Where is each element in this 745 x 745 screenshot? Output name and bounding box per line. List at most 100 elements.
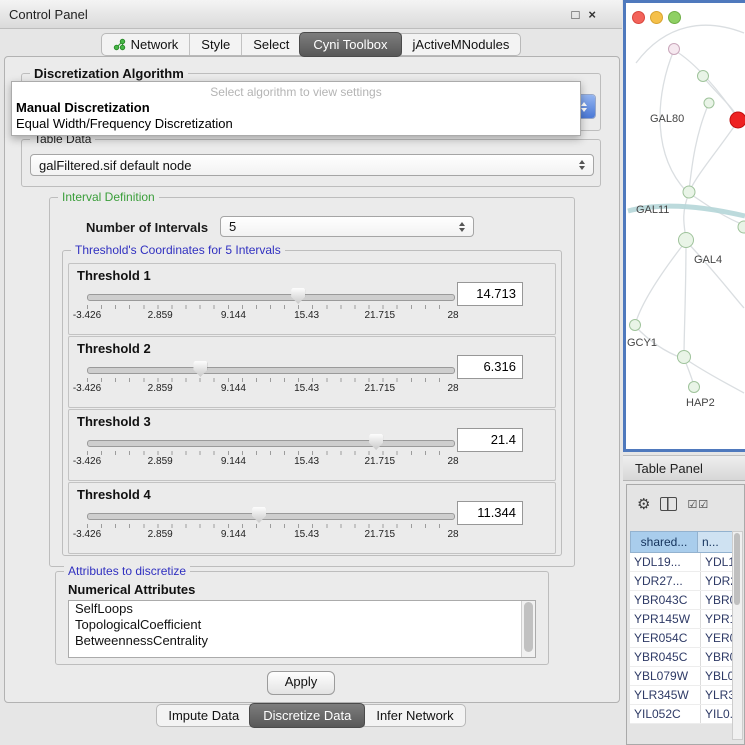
cell[interactable]: YBR045C	[630, 648, 701, 666]
threshold-value-field[interactable]: 6.316	[457, 355, 523, 379]
threshold-slider[interactable]: -3.4262.8599.14415.4321.71528	[87, 434, 453, 470]
tab-style[interactable]: Style	[189, 34, 241, 55]
threshold-slider[interactable]: -3.4262.8599.14415.4321.71528	[87, 361, 453, 397]
minimize-traffic-icon[interactable]	[650, 11, 663, 24]
threshold-value-field[interactable]: 14.713	[457, 282, 523, 306]
attributes-listbox[interactable]: SelfLoops TopologicalCoefficient Between…	[68, 600, 536, 658]
slider-track[interactable]	[87, 294, 455, 301]
table-row[interactable]: YBR045CYBR0...	[630, 648, 733, 667]
threshold-slider[interactable]: -3.4262.8599.14415.4321.71528	[87, 288, 453, 324]
cell[interactable]: YBR0...	[701, 648, 733, 666]
cell[interactable]: YBL079W	[630, 667, 701, 685]
apply-button[interactable]: Apply	[267, 671, 335, 695]
threshold-panel-3: Threshold 3 -3.4262.8599.14415.4321.7152…	[68, 409, 556, 481]
tab-label: Style	[201, 37, 230, 52]
tab-impute-data[interactable]: Impute Data	[157, 705, 250, 726]
threshold-label: Threshold 2	[77, 341, 151, 356]
slider-thumb[interactable]	[193, 361, 207, 377]
table-row[interactable]: YBR043CYBR0...	[630, 591, 733, 610]
attributes-group: Attributes to discretize Numerical Attri…	[55, 571, 549, 665]
slider-track[interactable]	[87, 440, 455, 447]
cell[interactable]: YBL0...	[701, 667, 733, 685]
network-node[interactable]	[689, 382, 700, 393]
slider-thumb[interactable]	[252, 507, 266, 523]
scrollbar-thumb[interactable]	[524, 602, 533, 652]
cell[interactable]: YIL052C	[630, 705, 701, 723]
dropdown-option-manual[interactable]: Manual Discretization	[12, 99, 580, 115]
tab-label: Network	[131, 37, 179, 52]
network-node[interactable]	[698, 71, 709, 82]
tab-discretize-data[interactable]: Discretize Data	[249, 703, 365, 728]
cell[interactable]: YLR345W	[630, 686, 701, 704]
gear-icon[interactable]: ⚙	[637, 497, 650, 512]
network-canvas[interactable]: GAL80 GAL11 GAL4 GCY1 HAP2	[626, 3, 745, 449]
column-header-shared-name[interactable]: shared...	[631, 532, 698, 552]
cell[interactable]: YIL0...	[701, 705, 733, 723]
network-node-selected[interactable]	[730, 112, 745, 128]
cell[interactable]: YBR043C	[630, 591, 701, 609]
node-label: HAP2	[686, 397, 715, 409]
tab-cyni-toolbox[interactable]: Cyni Toolbox	[299, 32, 401, 57]
network-node[interactable]	[678, 351, 691, 364]
cell[interactable]: YPR1...	[701, 610, 733, 628]
num-intervals-combobox[interactable]: 5	[220, 216, 474, 237]
cell[interactable]: YER0...	[701, 629, 733, 647]
zoom-traffic-icon[interactable]	[668, 11, 681, 24]
slider-thumb[interactable]	[369, 434, 383, 450]
node-label: GAL11	[636, 204, 669, 216]
column-header-name[interactable]: n...	[698, 532, 732, 552]
group-title: Discretization Algorithm	[30, 66, 188, 81]
network-node[interactable]	[683, 186, 695, 198]
float-icon[interactable]: □	[572, 7, 580, 22]
cell[interactable]: YPR145W	[630, 610, 701, 628]
slider-track[interactable]	[87, 367, 455, 374]
tab-jactivemnodules[interactable]: jActiveMNodules	[401, 34, 521, 55]
slider-thumb[interactable]	[291, 288, 305, 304]
table-data-combobox[interactable]: galFiltered.sif default node	[30, 154, 594, 176]
table-row[interactable]: YIL052CYIL0...	[630, 705, 733, 724]
threshold-value-field[interactable]: 11.344	[457, 501, 523, 525]
table-row[interactable]: YDR27...YDR2...	[630, 572, 733, 591]
tab-network[interactable]: Network	[102, 34, 190, 55]
table-row[interactable]: YDL19...YDL1...	[630, 553, 733, 572]
slider-scale: -3.4262.8599.14415.4321.71528	[87, 529, 453, 541]
scrollbar-thumb[interactable]	[734, 533, 740, 605]
tab-infer-network[interactable]: Infer Network	[364, 705, 464, 726]
combo-stepper-icon[interactable]	[573, 160, 585, 170]
cell[interactable]: YDR2...	[701, 572, 733, 590]
network-node[interactable]	[738, 221, 745, 233]
network-node[interactable]	[630, 320, 641, 331]
table-panel: ⚙ ☑☑ shared... n... YDL19...YDL1... YDR2…	[626, 484, 745, 745]
tab-select[interactable]: Select	[241, 34, 300, 55]
close-traffic-icon[interactable]	[632, 11, 645, 24]
close-icon[interactable]: ×	[588, 7, 596, 22]
threshold-slider[interactable]: -3.4262.8599.14415.4321.71528	[87, 507, 453, 543]
list-item[interactable]: BetweennessCentrality	[69, 633, 535, 649]
cell[interactable]: YDR27...	[630, 572, 701, 590]
combo-stepper-icon[interactable]	[453, 222, 465, 232]
network-node[interactable]	[704, 98, 714, 108]
cell[interactable]: YDL19...	[630, 553, 701, 571]
slider-track[interactable]	[87, 513, 455, 520]
dropdown-option-equal-width[interactable]: Equal Width/Frequency Discretization	[12, 115, 580, 131]
network-view-window[interactable]: GAL80 GAL11 GAL4 GCY1 HAP2	[623, 0, 745, 452]
table-row[interactable]: YLR345WYLR3...	[630, 686, 733, 705]
network-node[interactable]	[669, 44, 680, 55]
cell[interactable]: YLR3...	[701, 686, 733, 704]
table-row[interactable]: YER054CYER0...	[630, 629, 733, 648]
column-selector-icon[interactable]	[660, 497, 677, 511]
network-node[interactable]	[679, 233, 694, 248]
list-item[interactable]: SelfLoops	[69, 601, 535, 617]
cell[interactable]: YBR0...	[701, 591, 733, 609]
threshold-label: Threshold 4	[77, 487, 151, 502]
cell[interactable]: YER054C	[630, 629, 701, 647]
threshold-value-field[interactable]: 21.4	[457, 428, 523, 452]
table-row[interactable]: YPR145WYPR1...	[630, 610, 733, 629]
list-scrollbar[interactable]	[521, 601, 535, 657]
cell[interactable]: YDL1...	[701, 553, 733, 571]
node-label: GAL80	[650, 113, 684, 125]
table-scrollbar[interactable]	[732, 531, 743, 740]
list-item[interactable]: TopologicalCoefficient	[69, 617, 535, 633]
select-all-checkboxes-icon[interactable]: ☑☑	[687, 498, 709, 511]
table-row[interactable]: YBL079WYBL0...	[630, 667, 733, 686]
